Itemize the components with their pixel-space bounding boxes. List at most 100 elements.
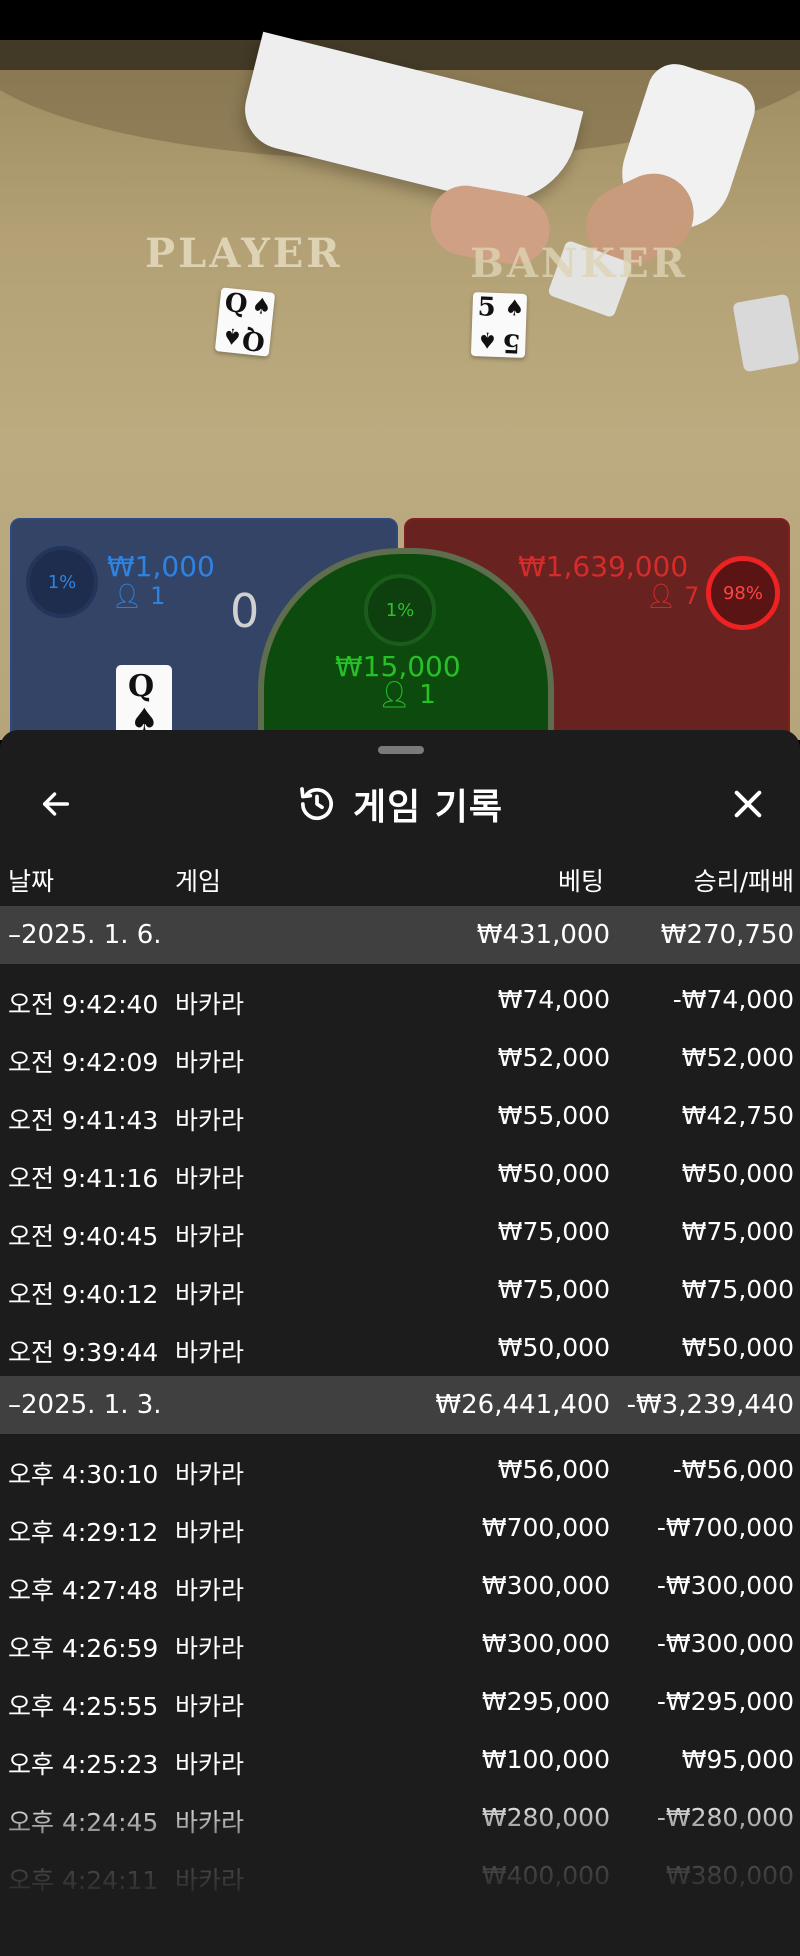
game-history-sheet: 게임 기록 날짜 게임 베팅 승리/패배 –2025. 1. 6. ₩431,00… [0, 730, 800, 1956]
row-time: 오전 9:42:09 [8, 1048, 159, 1077]
row-time: 오전 9:41:16 [8, 1164, 159, 1193]
column-header-result: 승리/패배 [693, 867, 794, 896]
history-list: –2025. 1. 6. ₩431,000 ₩270,750 오전 9:42:40 바카… [0, 906, 800, 1904]
row-game: 바카라 [175, 1222, 245, 1251]
sheet-drag-handle[interactable] [378, 746, 424, 754]
history-row[interactable]: 오후 4:26:59 바카라 ₩300,000 -₩300,000 [0, 1614, 800, 1672]
row-time: 오후 4:24:45 [8, 1808, 159, 1837]
group-total-result: -₩3,239,440 [626, 1390, 794, 1420]
row-result: ₩380,000 [665, 1861, 794, 1890]
card-rank: 5 [501, 327, 521, 358]
history-row[interactable]: 오후 4:24:45 바카라 ₩280,000 -₩280,000 [0, 1788, 800, 1846]
date-group-header[interactable]: –2025. 1. 3. ₩26,441,400 -₩3,239,440 [0, 1376, 800, 1434]
row-game: 바카라 [175, 1634, 245, 1663]
close-button[interactable] [722, 778, 774, 830]
row-result: -₩700,000 [656, 1513, 794, 1542]
row-time: 오후 4:26:59 [8, 1634, 159, 1663]
person-icon: 👤︎ [646, 582, 677, 610]
table-card-banker: 5 ♠ ♠ 5 [470, 292, 528, 358]
row-result: ₩95,000 [681, 1745, 794, 1774]
row-game: 바카라 [175, 1164, 245, 1193]
tie-bettor-count: 👤︎ 1 [378, 680, 436, 710]
history-row[interactable]: 오후 4:25:55 바카라 ₩295,000 -₩295,000 [0, 1672, 800, 1730]
history-row[interactable]: 오전 9:42:09 바카라 ₩52,000 ₩52,000 [0, 1028, 800, 1086]
history-row[interactable]: 오후 4:30:10 바카라 ₩56,000 -₩56,000 [0, 1440, 800, 1498]
tie-percent: 1% [385, 599, 415, 621]
row-game: 바카라 [175, 1576, 245, 1605]
card-shoe [732, 293, 800, 373]
row-result: ₩52,000 [681, 1043, 794, 1072]
player-bettor-count-value: 1 [150, 582, 166, 610]
row-bet: ₩55,000 [497, 1101, 610, 1130]
tie-percent-ring: 1% [364, 574, 436, 646]
row-game: 바카라 [175, 1692, 245, 1721]
banker-bettor-count-value: 7 [684, 582, 700, 610]
row-time: 오후 4:25:23 [8, 1750, 159, 1779]
history-row[interactable]: 오후 4:24:11 바카라 ₩400,000 ₩380,000 [0, 1846, 800, 1904]
column-header-bet: 베팅 [557, 867, 604, 896]
history-row[interactable]: 오후 4:27:48 바카라 ₩300,000 -₩300,000 [0, 1556, 800, 1614]
row-bet: ₩400,000 [481, 1861, 610, 1890]
row-result: -₩280,000 [656, 1803, 794, 1832]
person-icon: 👤︎ [112, 582, 143, 610]
group-date: –2025. 1. 6. [8, 920, 162, 950]
history-row[interactable]: 오전 9:40:45 바카라 ₩75,000 ₩75,000 [0, 1202, 800, 1260]
row-game: 바카라 [175, 1280, 245, 1309]
row-time: 오후 4:27:48 [8, 1576, 159, 1605]
row-game: 바카라 [175, 990, 245, 1019]
row-bet: ₩300,000 [481, 1629, 610, 1658]
history-row[interactable]: 오전 9:41:43 바카라 ₩55,000 ₩42,750 [0, 1086, 800, 1144]
history-row[interactable]: 오후 4:29:12 바카라 ₩700,000 -₩700,000 [0, 1498, 800, 1556]
group-total-bet: ₩26,441,400 [435, 1390, 610, 1420]
row-time: 오전 9:40:12 [8, 1280, 159, 1309]
row-time: 오전 9:41:43 [8, 1106, 159, 1135]
row-result: -₩295,000 [656, 1687, 794, 1716]
row-game: 바카라 [175, 1518, 245, 1547]
group-total-bet: ₩431,000 [476, 920, 610, 950]
history-row[interactable]: 오전 9:41:16 바카라 ₩50,000 ₩50,000 [0, 1144, 800, 1202]
history-title-group: 게임 기록 [0, 778, 800, 830]
player-percent-ring: 1% [26, 546, 98, 618]
history-row[interactable]: 오전 9:42:40 바카라 ₩74,000 -₩74,000 [0, 970, 800, 1028]
card-rank: Q [241, 323, 267, 357]
row-time: 오전 9:42:40 [8, 990, 159, 1019]
row-result: ₩75,000 [681, 1217, 794, 1246]
row-bet: ₩295,000 [481, 1687, 610, 1716]
card-rank: Q [128, 669, 155, 704]
row-bet: ₩75,000 [497, 1275, 610, 1304]
history-row[interactable]: 오후 4:25:23 바카라 ₩100,000 ₩95,000 [0, 1730, 800, 1788]
history-row[interactable]: 오전 9:39:44 바카라 ₩50,000 ₩50,000 [0, 1318, 800, 1376]
row-bet: ₩50,000 [497, 1333, 610, 1362]
person-icon: 👤︎ [378, 680, 412, 710]
spade-icon: ♠ [221, 321, 244, 350]
row-bet: ₩280,000 [481, 1803, 610, 1832]
row-game: 바카라 [175, 1750, 245, 1779]
row-result: -₩300,000 [656, 1571, 794, 1600]
row-game: 바카라 [175, 1866, 245, 1895]
row-bet: ₩700,000 [481, 1513, 610, 1542]
row-result: ₩50,000 [681, 1333, 794, 1362]
date-group-header[interactable]: –2025. 1. 6. ₩431,000 ₩270,750 [0, 906, 800, 964]
row-game: 바카라 [175, 1338, 245, 1367]
banker-percent-ring: 98% [706, 556, 780, 630]
row-result: -₩74,000 [672, 985, 794, 1014]
row-time: 오전 9:40:45 [8, 1222, 159, 1251]
history-header: 게임 기록 [0, 770, 800, 840]
row-result: ₩75,000 [681, 1275, 794, 1304]
row-time: 오전 9:39:44 [8, 1338, 159, 1367]
history-row[interactable]: 오전 9:40:12 바카라 ₩75,000 ₩75,000 [0, 1260, 800, 1318]
row-result: -₩56,000 [672, 1455, 794, 1484]
page-title: 게임 기록 [352, 787, 503, 828]
tie-bet-amount: ₩15,000 [335, 650, 461, 683]
banker-bet-amount: ₩1,639,000 [518, 550, 689, 583]
close-icon [734, 790, 762, 818]
player-score: 0 [230, 584, 260, 638]
row-bet: ₩300,000 [481, 1571, 610, 1600]
live-video-feed: PLAYER BANKER Q ♠ ♠ Q 5 ♠ ♠ 5 1% ₩1,000 … [0, 0, 800, 740]
card-rank: Q [223, 287, 249, 321]
row-bet: ₩56,000 [497, 1455, 610, 1484]
row-result: ₩50,000 [681, 1159, 794, 1188]
row-game: 바카라 [175, 1460, 245, 1489]
tie-bettor-count-value: 1 [419, 680, 436, 710]
row-time: 오후 4:30:10 [8, 1460, 159, 1489]
